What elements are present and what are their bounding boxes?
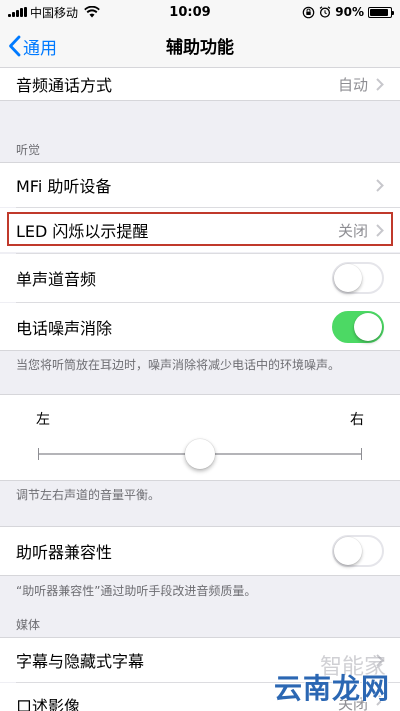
section-header-hearing: 听觉 <box>16 143 41 157</box>
toggle-knob <box>334 264 362 292</box>
hearing-aid-row: 助听器兼容性 <box>0 527 400 575</box>
battery-fill <box>370 8 388 16</box>
hearing-aid-label: 助听器兼容性 <box>16 543 113 562</box>
wifi-icon <box>84 6 100 18</box>
divider <box>0 480 400 481</box>
balance-right-label: 右 <box>350 412 364 428</box>
mono-audio-row: 单声道音频 <box>0 254 400 302</box>
chevron-right-icon <box>376 77 384 91</box>
mfi-hearing-row[interactable]: MFi 助听设备 <box>0 163 400 207</box>
hearing-aid-toggle[interactable] <box>332 535 384 567</box>
nav-bar: 通用 辅助功能 <box>0 24 400 68</box>
toggle-knob <box>334 537 362 565</box>
divider <box>0 350 400 351</box>
balance-left-label: 左 <box>36 412 50 428</box>
signal-icon <box>8 7 27 17</box>
alarm-icon <box>319 6 331 18</box>
balance-slider-section: 左 右 <box>0 395 400 480</box>
battery-percent: 90% <box>335 5 364 19</box>
mfi-hearing-label: MFi 助听设备 <box>16 177 112 196</box>
slider-tick-left <box>38 448 39 460</box>
balance-footer: 调节左右声道的音量平衡。 <box>16 488 161 502</box>
slider-tick-right <box>361 448 362 460</box>
chevron-right-icon <box>376 178 384 192</box>
audio-routing-label: 音频通话方式 <box>16 76 113 95</box>
battery-icon <box>368 6 394 18</box>
led-flash-label: LED 闪烁以示提醒 <box>16 222 149 241</box>
divider <box>0 100 400 101</box>
noise-cancel-footer: 当您将听筒放在耳边时，噪声消除将减少电话中的环境噪声。 <box>16 358 341 372</box>
section-header-media: 媒体 <box>16 618 41 632</box>
status-right: 90% <box>262 5 394 19</box>
carrier-name: 中国移动 <box>30 5 79 20</box>
watermark-logo: 云南龙网 <box>273 672 390 705</box>
audio-routing-row[interactable]: 音频通话方式 自动 <box>0 68 400 100</box>
divider <box>0 575 400 576</box>
balance-slider-thumb[interactable] <box>185 439 215 469</box>
hearing-aid-footer: “助听器兼容性”通过助听手段改进音频质量。 <box>16 584 257 598</box>
status-bar: 中国移动 10:09 90% <box>0 0 400 24</box>
led-flash-row[interactable]: LED 闪烁以示提醒 关闭 <box>0 208 400 252</box>
page-title: 辅助功能 <box>166 38 234 58</box>
mono-audio-label: 单声道音频 <box>16 270 97 289</box>
audio-routing-value: 自动 <box>337 75 368 94</box>
status-time: 10:09 <box>169 4 211 20</box>
orientation-lock-icon <box>302 6 315 18</box>
noise-cancel-label: 电话噪声消除 <box>16 318 113 338</box>
back-button[interactable]: 通用 <box>8 24 57 68</box>
back-label: 通用 <box>23 38 57 59</box>
noise-cancel-toggle[interactable] <box>332 310 384 343</box>
mono-audio-toggle[interactable] <box>332 262 384 294</box>
chevron-right-icon <box>376 223 384 237</box>
chevron-left-icon <box>9 35 21 57</box>
noise-cancel-row: 电话噪声消除 <box>0 303 400 350</box>
toggle-knob <box>354 312 382 341</box>
led-flash-value: 关闭 <box>337 221 368 240</box>
